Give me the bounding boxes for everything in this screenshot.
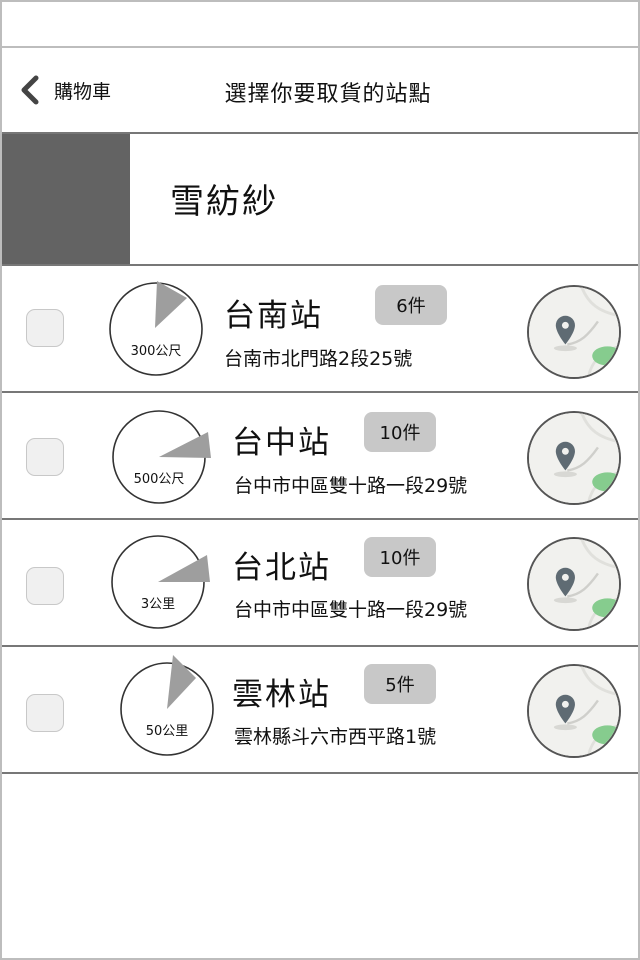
item-count-badge: 5件 <box>364 664 436 704</box>
store-header: 雪紡紗 <box>2 134 638 266</box>
store-name: 雪紡紗 <box>170 182 278 222</box>
page-title: 選擇你要取貨的站點 <box>224 82 432 107</box>
distance-indicator: 3公里 <box>111 535 210 629</box>
distance-label: 3公里 <box>140 597 176 612</box>
station-address: 台南市北門路2段25號 <box>224 348 413 370</box>
map-pin-icon <box>529 287 619 377</box>
store-logo <box>2 134 130 264</box>
station-map-button[interactable] <box>527 411 621 505</box>
map-pin-icon <box>529 666 619 756</box>
item-count-badge: 10件 <box>364 537 436 577</box>
distance-label: 500公尺 <box>133 472 185 487</box>
station-checkbox[interactable] <box>26 309 64 347</box>
station-address: 台中市中區雙十路一段29號 <box>234 599 468 621</box>
station-map-button[interactable] <box>527 285 621 379</box>
phone-frame: 購物車 選擇你要取貨的站點 雪紡紗 300公尺 台南站 6件 台南市北門路2段2… <box>0 0 640 960</box>
station-row[interactable]: 500公尺 台中站 10件 台中市中區雙十路一段29號 <box>2 393 638 520</box>
station-name: 雲林站 <box>232 677 331 713</box>
distance-indicator: 300公尺 <box>109 281 203 376</box>
status-bar <box>2 2 638 48</box>
distance-indicator: 50公里 <box>120 655 214 756</box>
station-name: 台中站 <box>232 425 331 461</box>
distance-label: 50公里 <box>145 724 189 739</box>
station-name: 台南站 <box>224 298 323 334</box>
distance-pointer-icon <box>111 535 210 629</box>
station-map-button[interactable] <box>527 664 621 758</box>
station-checkbox[interactable] <box>26 694 64 732</box>
map-pin-icon <box>529 413 619 503</box>
station-map-button[interactable] <box>527 537 621 631</box>
station-name: 台北站 <box>232 550 331 586</box>
station-address: 雲林縣斗六市西平路1號 <box>234 726 437 748</box>
distance-pointer-icon <box>112 410 211 504</box>
station-checkbox[interactable] <box>26 438 64 476</box>
distance-label: 300公尺 <box>130 344 182 359</box>
nav-bar: 購物車 選擇你要取貨的站點 <box>2 48 638 134</box>
station-row[interactable]: 50公里 雲林站 5件 雲林縣斗六市西平路1號 <box>2 647 638 774</box>
station-checkbox[interactable] <box>26 567 64 605</box>
distance-indicator: 500公尺 <box>112 410 211 504</box>
distance-pointer-icon <box>109 281 203 376</box>
map-pin-icon <box>529 539 619 629</box>
station-address: 台中市中區雙十路一段29號 <box>234 475 468 497</box>
distance-pointer-icon <box>120 655 214 756</box>
station-row[interactable]: 300公尺 台南站 6件 台南市北門路2段25號 <box>2 266 638 393</box>
item-count-badge: 6件 <box>375 285 447 325</box>
station-row[interactable]: 3公里 台北站 10件 台中市中區雙十路一段29號 <box>2 520 638 647</box>
item-count-badge: 10件 <box>364 412 436 452</box>
